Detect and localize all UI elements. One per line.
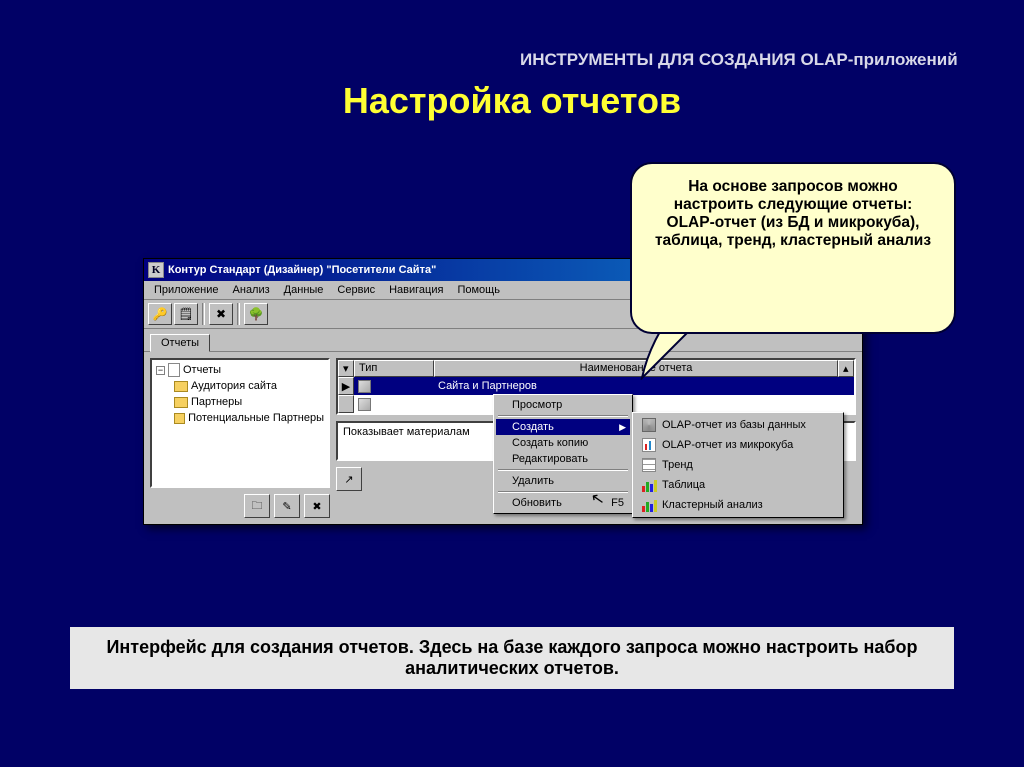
row-type	[354, 398, 434, 411]
row-marker	[338, 395, 354, 413]
grid-header: ▾ Тип Наименование отчета ▴	[338, 360, 854, 377]
menu-app[interactable]: Приложение	[148, 283, 225, 297]
create-submenu: OLAP-отчет из базы данных OLAP-отчет из …	[632, 412, 844, 518]
client-area: − Отчеты Аудитория сайта Партнеры Потенц…	[144, 352, 862, 524]
app-icon: K	[148, 262, 164, 278]
grid-col-selector[interactable]: ▾	[338, 360, 354, 377]
sm-label: Таблица	[662, 479, 705, 491]
delete-folder-button[interactable]: ✖	[304, 494, 330, 518]
sm-olap-db[interactable]: OLAP-отчет из базы данных	[635, 415, 841, 435]
sm-trend[interactable]: Тренд	[635, 455, 841, 475]
cube-icon	[358, 380, 371, 393]
delete-button[interactable]: ✖	[209, 303, 233, 325]
callout-bubble: На основе запросов можно настроить следу…	[630, 162, 956, 334]
row-name: Сайта и Партнеров	[434, 380, 854, 392]
folder-icon	[174, 397, 188, 408]
tree-item-potential[interactable]: Потенциальные Партнеры	[156, 410, 324, 426]
slide-supertitle: ИНСТРУМЕНТЫ ДЛЯ СОЗДАНИЯ OLAP-приложений	[520, 50, 970, 70]
props-button[interactable]: 🗒	[174, 303, 198, 325]
row-marker: ▶	[338, 377, 354, 395]
tree-root[interactable]: − Отчеты	[156, 362, 324, 378]
run-report-button[interactable]: ↗	[336, 467, 362, 491]
grid-icon	[641, 457, 657, 473]
ctx-sep	[498, 415, 628, 417]
tree-item-label: Аудитория сайта	[191, 378, 277, 394]
sm-label: Тренд	[662, 459, 693, 471]
new-folder-button[interactable]: 🗀	[244, 494, 270, 518]
slide-title: Настройка отчетов	[0, 80, 1024, 122]
ctx-delete[interactable]: Удалить	[496, 473, 630, 489]
menu-data[interactable]: Данные	[278, 283, 330, 297]
ctx-edit[interactable]: Редактировать	[496, 451, 630, 467]
ctx-copy[interactable]: Создать копию	[496, 435, 630, 451]
right-panel: ▾ Тип Наименование отчета ▴ ▶ Сайта и Па…	[336, 358, 856, 518]
cube-icon	[641, 417, 657, 433]
tree-view[interactable]: − Отчеты Аудитория сайта Партнеры Потенц…	[150, 358, 330, 488]
left-button-row: 🗀 ✎ ✖	[150, 494, 330, 518]
cube-icon	[358, 398, 371, 411]
row-type	[354, 380, 434, 393]
ctx-create-label: Создать	[512, 421, 554, 433]
slide-caption: Интерфейс для создания отчетов. Здесь на…	[70, 627, 954, 689]
left-panel: − Отчеты Аудитория сайта Партнеры Потенц…	[150, 358, 330, 518]
ctx-refresh-shortcut: F5	[611, 497, 624, 509]
sm-label: Кластерный анализ	[662, 499, 763, 511]
folder-icon	[174, 413, 185, 424]
tree-item-label: Потенциальные Партнеры	[188, 410, 324, 426]
ctx-sep	[498, 469, 628, 471]
ctx-refresh-label: Обновить	[512, 497, 562, 509]
sm-table[interactable]: Таблица	[635, 475, 841, 495]
tree-item-partners[interactable]: Партнеры	[156, 394, 324, 410]
window-title-text: Контур Стандарт (Дизайнер) "Посетители С…	[168, 264, 436, 276]
sm-cluster[interactable]: Кластерный анализ	[635, 495, 841, 515]
grid-row[interactable]: ▶ Сайта и Партнеров	[338, 377, 854, 395]
tree-item-label: Партнеры	[191, 394, 242, 410]
collapse-icon[interactable]: −	[156, 366, 165, 375]
menu-analysis[interactable]: Анализ	[227, 283, 276, 297]
folder-icon	[174, 381, 188, 392]
bars-icon	[641, 497, 657, 513]
bars-icon	[641, 477, 657, 493]
menu-help[interactable]: Помощь	[451, 283, 506, 297]
tree-item-audience[interactable]: Аудитория сайта	[156, 378, 324, 394]
toolbar-sep-2	[237, 303, 240, 325]
sm-olap-mc[interactable]: OLAP-отчет из микрокуба	[635, 435, 841, 455]
toolbar-sep	[202, 303, 205, 325]
grid-col-name[interactable]: Наименование отчета	[434, 360, 838, 377]
tab-reports[interactable]: Отчеты	[150, 334, 210, 352]
chart-icon	[641, 437, 657, 453]
doc-icon	[168, 363, 180, 377]
tree-button[interactable]: 🌳	[244, 303, 268, 325]
sm-label: OLAP-отчет из микрокуба	[662, 439, 793, 451]
tree-root-label: Отчеты	[183, 362, 221, 378]
context-menu: Просмотр Создать ▶ Создать копию Редакти…	[493, 394, 633, 514]
ctx-create[interactable]: Создать ▶	[496, 419, 630, 435]
ctx-sep	[498, 491, 628, 493]
menu-nav[interactable]: Навигация	[383, 283, 449, 297]
sm-label: OLAP-отчет из базы данных	[662, 419, 806, 431]
edit-folder-button[interactable]: ✎	[274, 494, 300, 518]
ctx-view[interactable]: Просмотр	[496, 397, 630, 413]
grid-col-type[interactable]: Тип	[354, 360, 434, 377]
submenu-arrow-icon: ▶	[619, 422, 626, 433]
grid-scroll-up[interactable]: ▴	[838, 360, 854, 377]
ctx-refresh[interactable]: Обновить F5	[496, 495, 630, 511]
menu-service[interactable]: Сервис	[331, 283, 381, 297]
key-button[interactable]: 🔑	[148, 303, 172, 325]
